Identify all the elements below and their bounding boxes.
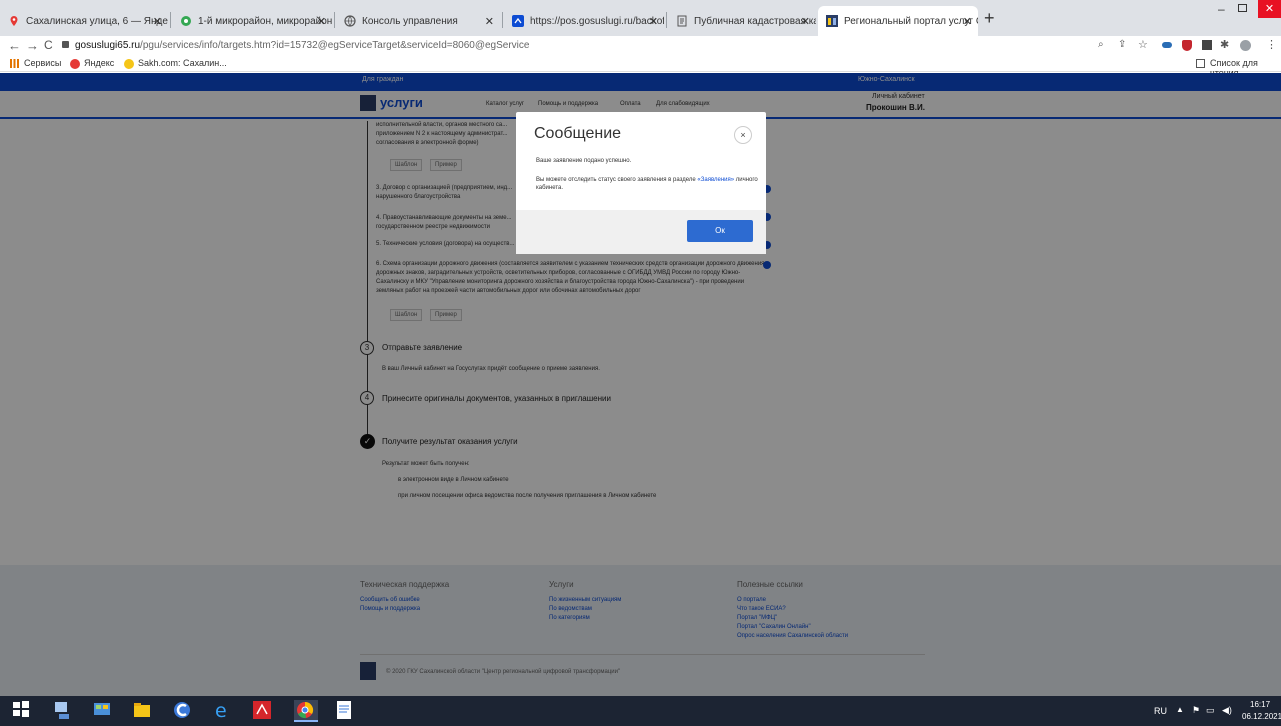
tab-console[interactable]: Консоль управления ✕ (336, 8, 500, 34)
dialog-title: Сообщение (534, 125, 622, 142)
close-tab-icon[interactable]: ✕ (317, 15, 326, 28)
chrome-icon[interactable] (294, 700, 318, 722)
windows-start-icon[interactable] (12, 700, 36, 722)
close-window-button[interactable]: ✕ (1258, 0, 1281, 18)
gosuslugi-icon (512, 15, 524, 27)
lock-icon (62, 41, 69, 48)
sakh-icon (124, 59, 134, 69)
message-dialog: Сообщение × Ваше заявление подано успешн… (516, 112, 766, 254)
star-icon[interactable]: ☆ (1138, 38, 1148, 51)
tab-yandex[interactable]: Сахалинская улица, 6 — Яндекс ✕ (0, 8, 168, 34)
yandex-icon (70, 59, 80, 69)
tab-cadastral-map[interactable]: Публичная кадастровая карта - ✕ (668, 8, 816, 34)
bookmark-yandex[interactable]: Яндекс (84, 58, 114, 68)
url-path: /pgu/services/info/targets.htm?id=15732@… (140, 40, 530, 51)
dialog-message: Ваше заявление подано успешно. (536, 158, 632, 164)
file-explorer-icon[interactable] (132, 700, 156, 722)
windows-taskbar: e RU ▲ ⚑ ▭ ◀) 16:17 06.12.2021 (0, 696, 1281, 726)
flag-icon[interactable]: ⚑ (1192, 705, 1200, 716)
extension-icon[interactable] (1162, 42, 1172, 48)
browser-tab-bar: Сахалинская улица, 6 — Яндекс ✕ 1-й микр… (0, 0, 1281, 36)
bookmark-services[interactable]: Сервисы (24, 58, 61, 68)
restore-button[interactable] (1238, 4, 1247, 12)
tab-regional-portal[interactable]: Региональный портал услуг Сах ✕ (818, 6, 978, 36)
tab-microdistrict[interactable]: 1-й микрорайон, микрорайон, ✕ (172, 8, 332, 34)
new-tab-button[interactable]: + (984, 8, 995, 29)
reload-icon[interactable]: C (44, 38, 53, 52)
bookmarks-bar: Сервисы Яндекс Sakh.com: Сахалин... Спис… (0, 56, 1281, 78)
ok-button[interactable]: Ок (687, 220, 753, 242)
profile-icon[interactable] (1240, 40, 1251, 51)
volume-icon[interactable]: ◀) (1222, 705, 1232, 716)
close-tab-icon[interactable]: ✕ (963, 15, 972, 28)
close-tab-icon[interactable]: ✕ (649, 15, 658, 28)
address-bar-row: ← → C gosuslugi65.ru/pgu/services/info/t… (0, 36, 1281, 56)
tab-label: Сахалинская улица, 6 — Яндекс (26, 15, 168, 27)
menu-dots-icon[interactable]: ⋮ (1266, 38, 1277, 51)
explorer-computer-icon[interactable] (52, 700, 76, 722)
clock-time[interactable]: 16:17 (1250, 700, 1270, 709)
clock-date[interactable]: 06.12.2021 (1242, 712, 1281, 721)
tab-label: https://pos.gosuslugi.ru/backoffic (530, 15, 664, 27)
language-indicator[interactable]: RU (1154, 706, 1167, 716)
globe-icon (344, 15, 356, 27)
tab-backoffice[interactable]: https://pos.gosuslugi.ru/backoffic ✕ (504, 8, 664, 34)
portal-logo-icon (826, 15, 838, 27)
apps-grid-icon[interactable] (10, 59, 19, 68)
url-host: gosuslugi65.ru (75, 40, 141, 51)
shield-extension-icon[interactable] (1182, 40, 1192, 51)
tab-label: Консоль управления (362, 15, 458, 27)
share-icon[interactable]: ⇪ (1118, 39, 1126, 50)
mail-extension-icon[interactable] (1202, 40, 1212, 50)
acrobat-icon[interactable] (252, 700, 276, 722)
dialog-status-text: Вы можете отследить статус своего заявле… (536, 177, 758, 191)
forward-arrow-icon[interactable]: → (26, 38, 39, 53)
tray-up-icon[interactable]: ▲ (1176, 705, 1184, 714)
internet-explorer-icon[interactable]: e (212, 700, 236, 722)
control-panel-icon[interactable] (92, 700, 116, 722)
network-icon[interactable]: ▭ (1206, 705, 1215, 716)
close-tab-icon[interactable]: ✕ (153, 15, 162, 28)
applications-link[interactable]: «Заявления» (697, 177, 734, 183)
location-pin-icon (8, 15, 20, 27)
svg-text:e: e (215, 700, 227, 720)
tab-label: Региональный портал услуг Сах (844, 15, 978, 27)
document-icon (676, 15, 688, 27)
close-tab-icon[interactable]: ✕ (485, 15, 494, 28)
tab-label: Публичная кадастровая карта - (694, 15, 816, 27)
close-tab-icon[interactable]: ✕ (801, 15, 810, 28)
back-arrow-icon[interactable]: ← (8, 38, 21, 53)
location-pin-icon (180, 15, 192, 27)
notepad-icon[interactable] (334, 700, 358, 722)
bookmark-sakh[interactable]: Sakh.com: Сахалин... (138, 58, 227, 68)
minimize-button[interactable]: – (1218, 2, 1225, 16)
reading-list-icon (1196, 59, 1205, 68)
zoom-icon[interactable]: ⌕ (1098, 39, 1104, 50)
ccleaner-icon[interactable] (172, 700, 196, 722)
close-icon[interactable]: × (734, 126, 752, 144)
url-field[interactable]: gosuslugi65.ru/pgu/services/info/targets… (60, 37, 1120, 55)
puzzle-icon[interactable]: ✱ (1220, 38, 1229, 51)
tab-label: 1-й микрорайон, микрорайон, (198, 15, 332, 27)
